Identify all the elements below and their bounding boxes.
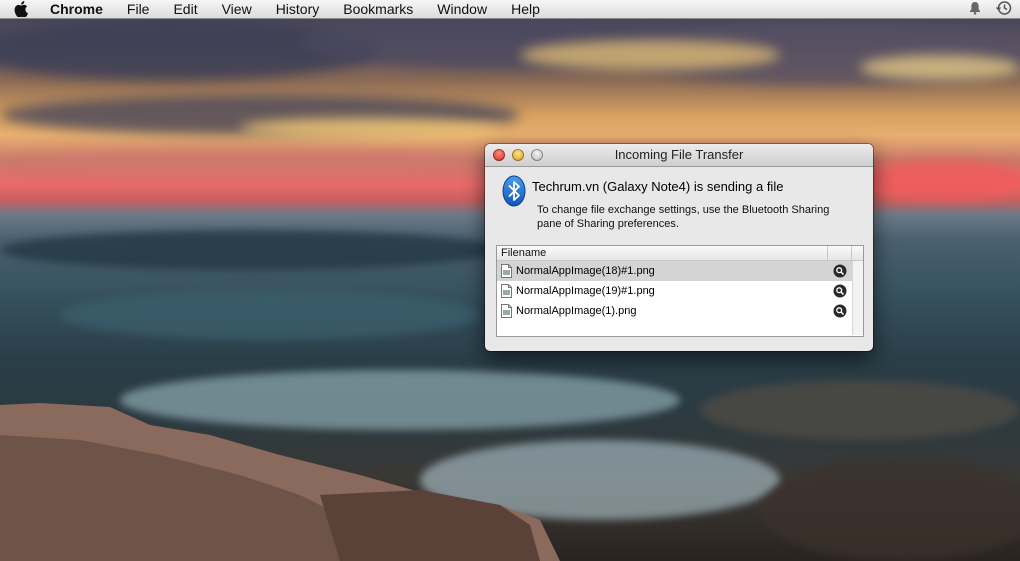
wallpaper-cloud [860, 55, 1020, 80]
menu-app-name[interactable]: Chrome [50, 0, 103, 18]
bluetooth-icon [502, 175, 526, 207]
time-machine-icon[interactable] [996, 0, 1012, 19]
dialog-description: To change file exchange settings, use th… [537, 204, 830, 230]
wallpaper-cloud [520, 40, 780, 70]
column-divider [851, 246, 852, 260]
file-name: NormalAppImage(1).png [516, 305, 637, 317]
minimize-button[interactable] [512, 149, 524, 161]
menu-history[interactable]: History [276, 0, 320, 18]
magnifier-icon[interactable] [833, 304, 847, 318]
bell-icon[interactable] [968, 1, 982, 18]
table-header[interactable]: Filename [497, 246, 863, 261]
zoom-button[interactable] [531, 149, 543, 161]
file-name: NormalAppImage(19)#1.png [516, 285, 655, 297]
apple-menu-icon[interactable] [14, 1, 34, 17]
menu-file[interactable]: File [127, 0, 150, 18]
close-button[interactable] [493, 149, 505, 161]
menu-bookmarks[interactable]: Bookmarks [343, 0, 413, 18]
file-list-table: Filename NormalAppImage(18)#1.png Normal… [496, 245, 864, 337]
menu-edit[interactable]: Edit [173, 0, 197, 18]
file-icon [501, 284, 512, 298]
table-row[interactable]: NormalAppImage(1).png [497, 301, 863, 321]
column-header-filename[interactable]: Filename [501, 247, 546, 259]
menu-view[interactable]: View [222, 0, 252, 18]
window-titlebar[interactable]: Incoming File Transfer [485, 144, 873, 167]
magnifier-icon[interactable] [833, 264, 847, 278]
table-row[interactable]: NormalAppImage(19)#1.png [497, 281, 863, 301]
wallpaper-cloud [240, 118, 500, 138]
wallpaper-rocks [0, 403, 560, 561]
wallpaper-cloud [860, 160, 1020, 200]
magnifier-icon[interactable] [833, 284, 847, 298]
menu-help[interactable]: Help [511, 0, 540, 18]
wallpaper-cloud [20, 150, 480, 172]
wallpaper-wave [700, 380, 1020, 440]
window-title: Incoming File Transfer [614, 147, 744, 162]
column-divider [827, 246, 828, 260]
window-controls [493, 149, 543, 161]
wallpaper-wave [760, 460, 1020, 560]
file-icon [501, 304, 512, 318]
wallpaper-wave [60, 290, 480, 340]
file-name: NormalAppImage(18)#1.png [516, 265, 655, 277]
incoming-file-transfer-window: Incoming File Transfer Techrum.vn (Galax… [485, 144, 873, 351]
menu-window[interactable]: Window [437, 0, 487, 18]
table-row[interactable]: NormalAppImage(18)#1.png [497, 261, 863, 281]
dialog-headline: Techrum.vn (Galaxy Note4) is sending a f… [532, 179, 784, 194]
wallpaper-wave [0, 230, 500, 270]
menu-extras [968, 0, 1012, 18]
vertical-scrollbar[interactable] [852, 261, 863, 335]
menu-bar: Chrome File Edit View History Bookmarks … [0, 0, 1020, 19]
file-icon [501, 264, 512, 278]
